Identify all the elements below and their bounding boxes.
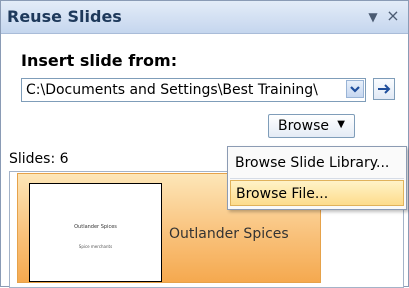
pane-title: Reuse Slides [7, 7, 122, 26]
path-input[interactable]: C:\Documents and Settings\Best Training\ [26, 82, 340, 100]
chevron-down-icon [350, 86, 360, 93]
chevron-down-icon[interactable]: ▼ [365, 9, 381, 25]
chevron-down-icon: ▼ [337, 119, 345, 130]
slides-count: Slides: 6 [9, 151, 69, 167]
arrow-right-icon [378, 84, 391, 94]
menu-separator [230, 178, 404, 179]
menu-item-browse-slide-library[interactable]: Browse Slide Library... [230, 150, 404, 176]
insert-slide-heading: Insert slide from: [21, 51, 178, 70]
thumbnail-subtitle: Spice merchants [78, 244, 113, 249]
slide-thumbnail[interactable]: Outlander Spices Spice merchants [29, 183, 162, 282]
go-button[interactable] [373, 78, 395, 100]
slide-name: Outlander Spices [169, 226, 289, 242]
browse-button-label: Browse [278, 118, 329, 134]
thumbnail-title: Outlander Spices [74, 224, 117, 230]
pane-titlebar: Reuse Slides ▼ × [1, 1, 408, 34]
reuse-slides-pane: Reuse Slides ▼ × Insert slide from: C:\D… [0, 0, 409, 288]
path-dropdown-button[interactable] [346, 80, 364, 98]
path-combobox[interactable]: C:\Documents and Settings\Best Training\ [21, 78, 366, 102]
menu-item-browse-file[interactable]: Browse File... [230, 180, 404, 206]
browse-button[interactable]: Browse ▼ [268, 114, 355, 138]
browse-menu: Browse Slide Library... Browse File... [227, 146, 407, 210]
close-icon[interactable]: × [385, 8, 401, 24]
